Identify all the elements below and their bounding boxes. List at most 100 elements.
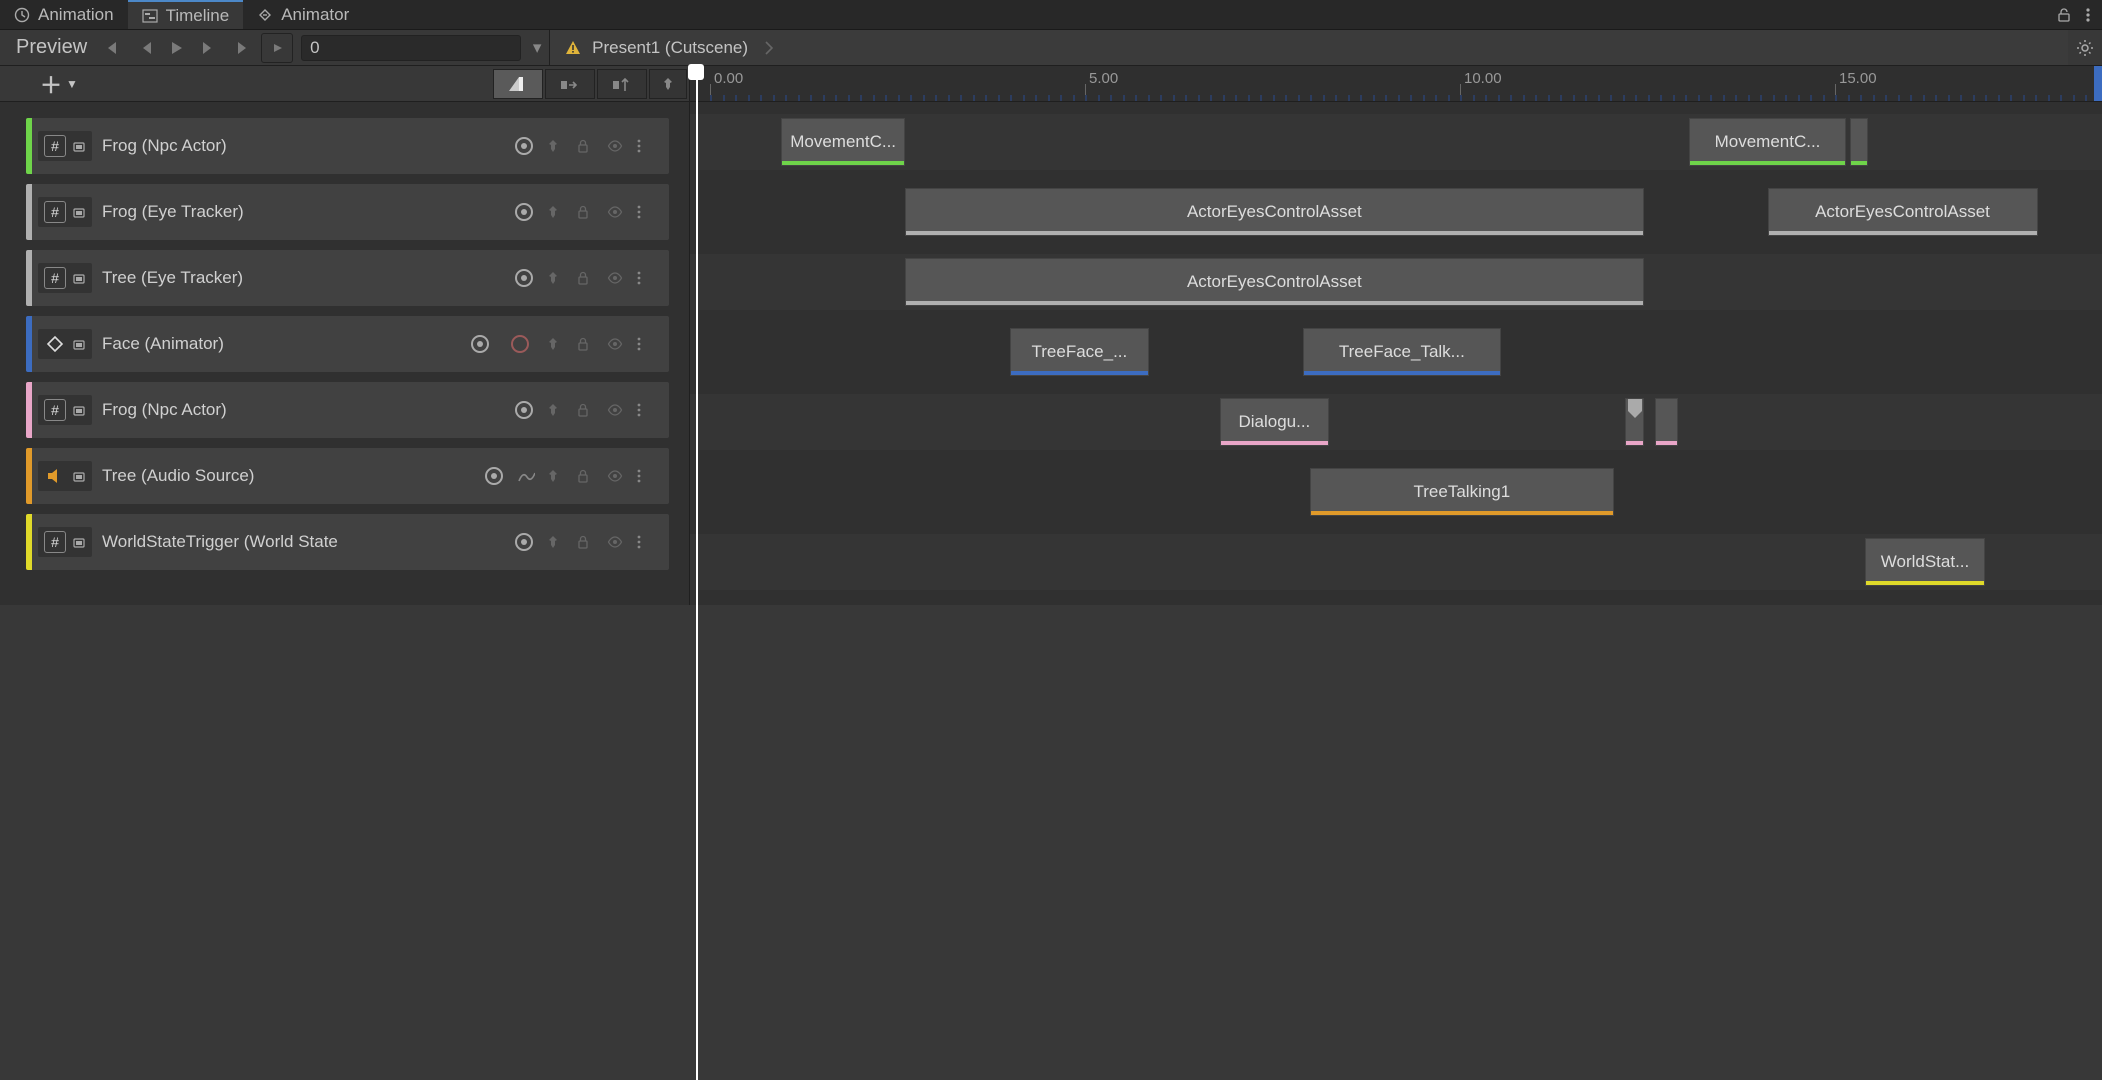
visibility-icon[interactable] xyxy=(607,206,627,218)
time-ruler[interactable]: 0.005.0010.0015.00 xyxy=(690,66,2102,101)
lock-icon[interactable] xyxy=(577,535,597,549)
tab-animation[interactable]: Animation xyxy=(0,0,128,29)
pin-icon[interactable] xyxy=(547,337,567,351)
kebab-icon[interactable] xyxy=(637,535,657,549)
clip[interactable] xyxy=(1625,398,1644,446)
edit-mode-replace[interactable] xyxy=(597,69,647,99)
track-binding[interactable]: # xyxy=(38,197,92,227)
breadcrumb[interactable]: Present1 (Cutscene) xyxy=(549,30,2068,65)
track-lane[interactable]: Dialogu... xyxy=(690,394,2102,450)
track-binding[interactable]: # xyxy=(38,131,92,161)
clip[interactable] xyxy=(1655,398,1678,446)
frame-field[interactable]: 0 xyxy=(301,35,521,61)
clip[interactable]: MovementC... xyxy=(781,118,905,166)
clip[interactable]: TreeTalking1 xyxy=(1310,468,1614,516)
preview-button[interactable]: Preview xyxy=(6,36,97,59)
lock-icon[interactable] xyxy=(577,271,597,285)
playhead[interactable] xyxy=(688,64,704,80)
clip[interactable]: MovementC... xyxy=(1689,118,1847,166)
clip-area[interactable]: MovementC...MovementC...ActorEyesControl… xyxy=(690,102,2102,605)
clip[interactable]: Dialogu... xyxy=(1220,398,1329,446)
clip[interactable] xyxy=(1850,118,1868,166)
clip[interactable]: TreeFace_... xyxy=(1010,328,1149,376)
clip[interactable]: WorldStat... xyxy=(1865,538,1985,586)
lock-icon[interactable] xyxy=(577,139,597,153)
add-track-button[interactable]: ＋▼ xyxy=(0,68,94,100)
track-select[interactable] xyxy=(485,467,503,485)
settings-button[interactable] xyxy=(2068,31,2102,65)
pin-icon[interactable] xyxy=(547,205,567,219)
edit-mode-ripple[interactable] xyxy=(545,69,595,99)
track-header[interactable]: #Frog (Npc Actor) xyxy=(26,118,669,174)
track-select[interactable] xyxy=(515,269,533,287)
kebab-icon[interactable] xyxy=(637,139,657,153)
track-lane[interactable]: TreeFace_... TreeFace_Talk... xyxy=(690,324,2102,380)
track-lane[interactable]: WorldStat... xyxy=(690,534,2102,590)
track-lane[interactable]: ActorEyesControlAsset xyxy=(690,254,2102,310)
visibility-icon[interactable] xyxy=(607,140,627,152)
kebab-icon[interactable] xyxy=(637,337,657,351)
kebab-icon[interactable] xyxy=(637,403,657,417)
track-header[interactable]: Face (Animator) xyxy=(26,316,669,372)
prev-frame-button[interactable] xyxy=(129,33,161,63)
track-lane[interactable]: MovementC... MovementC... xyxy=(690,114,2102,170)
pin-icon[interactable] xyxy=(547,271,567,285)
track-select[interactable] xyxy=(515,137,533,155)
track-lane[interactable]: TreeTalking1 xyxy=(690,464,2102,520)
visibility-icon[interactable] xyxy=(607,272,627,284)
play-button[interactable] xyxy=(161,33,193,63)
ruler-minor-tick xyxy=(1923,95,1925,101)
next-frame-button[interactable] xyxy=(193,33,225,63)
clip[interactable]: TreeFace_Talk... xyxy=(1303,328,1502,376)
curve-icon[interactable] xyxy=(517,469,537,483)
kebab-icon[interactable] xyxy=(2086,7,2090,23)
unlock-icon[interactable] xyxy=(2056,7,2072,23)
record-button[interactable] xyxy=(511,335,529,353)
pin-icon[interactable] xyxy=(547,139,567,153)
pin-toggle[interactable] xyxy=(649,69,687,99)
track-header[interactable]: #Frog (Eye Tracker) xyxy=(26,184,669,240)
goto-start-button[interactable] xyxy=(97,33,129,63)
track-select[interactable] xyxy=(515,401,533,419)
track-select[interactable] xyxy=(471,335,489,353)
track-header[interactable]: Tree (Audio Source) xyxy=(26,448,669,504)
track-binding[interactable] xyxy=(38,329,92,359)
track-header[interactable]: #Tree (Eye Tracker) xyxy=(26,250,669,306)
clip[interactable]: ActorEyesControlAsset xyxy=(1768,188,2038,236)
visibility-icon[interactable] xyxy=(607,470,627,482)
tab-timeline[interactable]: Timeline xyxy=(128,0,244,29)
track-lane[interactable]: ActorEyesControlAsset ActorEyesControlAss… xyxy=(690,184,2102,240)
animator-icon xyxy=(44,333,66,355)
visibility-icon[interactable] xyxy=(607,536,627,548)
track-binding[interactable]: # xyxy=(38,395,92,425)
pin-icon[interactable] xyxy=(547,469,567,483)
track-name: Frog (Npc Actor) xyxy=(92,136,237,156)
kebab-icon[interactable] xyxy=(637,205,657,219)
kebab-icon[interactable] xyxy=(637,271,657,285)
track-header[interactable]: #Frog (Npc Actor) xyxy=(26,382,669,438)
range-end-marker[interactable] xyxy=(2094,66,2102,101)
kebab-icon[interactable] xyxy=(637,469,657,483)
lock-icon[interactable] xyxy=(577,205,597,219)
track-select[interactable] xyxy=(515,203,533,221)
tab-animator[interactable]: Animator xyxy=(243,0,363,29)
pin-icon[interactable] xyxy=(547,535,567,549)
track-binding[interactable] xyxy=(38,461,92,491)
play-range-button[interactable] xyxy=(261,33,293,63)
edit-mode-mix[interactable] xyxy=(493,69,543,99)
track-header[interactable]: #WorldStateTrigger (World State xyxy=(26,514,669,570)
lock-icon[interactable] xyxy=(577,469,597,483)
track-binding[interactable]: # xyxy=(38,527,92,557)
visibility-icon[interactable] xyxy=(607,338,627,350)
goto-end-button[interactable] xyxy=(225,33,257,63)
visibility-icon[interactable] xyxy=(607,404,627,416)
frame-dropdown[interactable]: ▾ xyxy=(525,38,549,58)
clip[interactable]: ActorEyesControlAsset xyxy=(905,258,1644,306)
clip-marker[interactable] xyxy=(1628,399,1642,411)
clip[interactable]: ActorEyesControlAsset xyxy=(905,188,1644,236)
lock-icon[interactable] xyxy=(577,337,597,351)
track-select[interactable] xyxy=(515,533,533,551)
pin-icon[interactable] xyxy=(547,403,567,417)
lock-icon[interactable] xyxy=(577,403,597,417)
track-binding[interactable]: # xyxy=(38,263,92,293)
